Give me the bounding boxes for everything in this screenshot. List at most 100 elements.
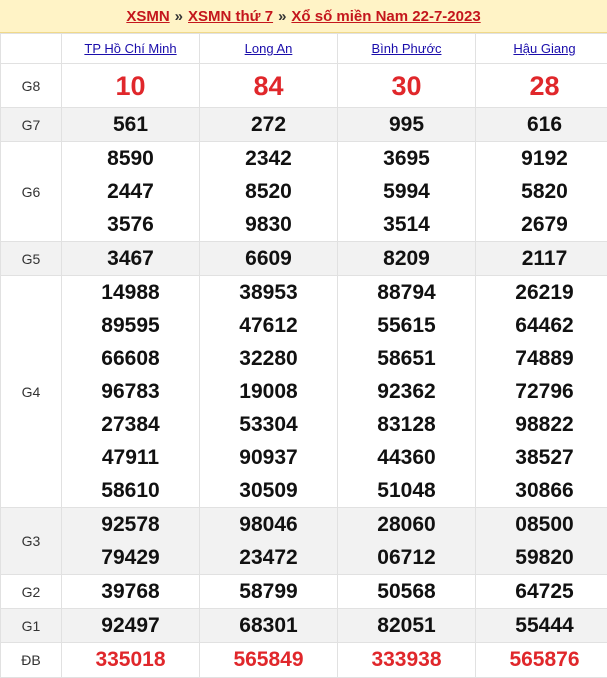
prize-row-g3: G3 92578 79429 98046 23472 28060 06712 0…	[1, 508, 607, 575]
prize-number: 79429	[62, 541, 199, 574]
prize-cell: 39768	[62, 575, 200, 609]
prize-number: 2679	[476, 208, 607, 241]
prize-label: G3	[1, 508, 62, 575]
prize-number: 55615	[338, 309, 475, 342]
prize-cell: 565876	[476, 643, 607, 678]
prize-number: 92362	[338, 375, 475, 408]
prize-number: 58799	[200, 575, 337, 608]
special-prize-number: 333938	[338, 643, 475, 677]
prize-row-g1: G1 92497 68301 82051 55444	[1, 609, 607, 643]
prize-number: 10	[62, 65, 199, 107]
breadcrumb-current-link[interactable]: Xổ số miền Nam 22-7-2023	[291, 8, 480, 25]
special-prize-number: 565876	[476, 643, 607, 677]
prize-label: G5	[1, 242, 62, 276]
prize-number: 3514	[338, 208, 475, 241]
prize-label: G4	[1, 276, 62, 508]
prize-cell: 26219 64462 74889 72796 98822 38527 3086…	[476, 276, 607, 508]
prize-number: 59820	[476, 541, 607, 574]
prize-number: 38953	[200, 276, 337, 309]
prize-label: G1	[1, 609, 62, 643]
prize-number: 82051	[338, 609, 475, 642]
breadcrumb-home-link[interactable]: XSMN	[126, 8, 169, 25]
province-header: Long An	[200, 34, 338, 64]
prize-cell: 272	[200, 108, 338, 142]
prize-cell: 88794 55615 58651 92362 83128 44360 5104…	[338, 276, 476, 508]
prize-number: 72796	[476, 375, 607, 408]
prize-number: 27384	[62, 408, 199, 441]
prize-cell: 9192 5820 2679	[476, 142, 607, 242]
prize-number: 98822	[476, 408, 607, 441]
prize-number: 90937	[200, 441, 337, 474]
prize-number: 51048	[338, 474, 475, 507]
prize-number: 08500	[476, 508, 607, 541]
province-link-binh-phuoc[interactable]: Bình Phước	[372, 41, 442, 56]
prize-label: G6	[1, 142, 62, 242]
prize-cell: 2342 8520 9830	[200, 142, 338, 242]
prize-number: 92497	[62, 609, 199, 642]
prize-number: 53304	[200, 408, 337, 441]
header-corner	[1, 34, 62, 64]
prize-cell: 30	[338, 64, 476, 108]
prize-number: 68301	[200, 609, 337, 642]
prize-number: 74889	[476, 342, 607, 375]
prize-number: 995	[338, 108, 475, 141]
prize-number: 58651	[338, 342, 475, 375]
prize-cell: 38953 47612 32280 19008 53304 90937 3050…	[200, 276, 338, 508]
prize-label: G2	[1, 575, 62, 609]
prize-number: 83128	[338, 408, 475, 441]
prize-number: 561	[62, 108, 199, 141]
prize-number: 9192	[476, 142, 607, 175]
prize-cell: 92497	[62, 609, 200, 643]
prize-number: 28060	[338, 508, 475, 541]
prize-cell: 28060 06712	[338, 508, 476, 575]
prize-number: 66608	[62, 342, 199, 375]
prize-number: 2342	[200, 142, 337, 175]
prize-cell: 98046 23472	[200, 508, 338, 575]
prize-number: 5994	[338, 175, 475, 208]
province-header-row: TP Hồ Chí Minh Long An Bình Phước Hậu Gi…	[1, 34, 607, 64]
prize-number: 84	[200, 65, 337, 107]
prize-number: 8209	[338, 242, 475, 275]
prize-number: 38527	[476, 441, 607, 474]
prize-cell: 55444	[476, 609, 607, 643]
prize-cell: 92578 79429	[62, 508, 200, 575]
breadcrumb-day-link[interactable]: XSMN thứ 7	[188, 8, 273, 25]
prize-cell: 50568	[338, 575, 476, 609]
prize-number: 98046	[200, 508, 337, 541]
breadcrumb: XSMN » XSMN thứ 7 » Xổ số miền Nam 22-7-…	[0, 0, 607, 33]
prize-number: 88794	[338, 276, 475, 309]
prize-cell: 8209	[338, 242, 476, 276]
province-link-long-an[interactable]: Long An	[245, 41, 293, 56]
prize-cell: 64725	[476, 575, 607, 609]
prize-cell: 82051	[338, 609, 476, 643]
prize-number: 58610	[62, 474, 199, 507]
results-table: TP Hồ Chí Minh Long An Bình Phước Hậu Gi…	[0, 33, 607, 678]
prize-number: 19008	[200, 375, 337, 408]
prize-number: 64725	[476, 575, 607, 608]
prize-number: 23472	[200, 541, 337, 574]
province-header: TP Hồ Chí Minh	[62, 34, 200, 64]
prize-number: 55444	[476, 609, 607, 642]
prize-number: 06712	[338, 541, 475, 574]
prize-number: 47612	[200, 309, 337, 342]
province-link-hau-giang[interactable]: Hậu Giang	[513, 41, 575, 56]
prize-row-g7: G7 561 272 995 616	[1, 108, 607, 142]
prize-number: 50568	[338, 575, 475, 608]
prize-number: 5820	[476, 175, 607, 208]
prize-cell: 3467	[62, 242, 200, 276]
prize-number: 9830	[200, 208, 337, 241]
special-prize-number: 565849	[200, 643, 337, 677]
prize-cell: 6609	[200, 242, 338, 276]
prize-label: G8	[1, 64, 62, 108]
prize-cell: 333938	[338, 643, 476, 678]
prize-number: 3695	[338, 142, 475, 175]
province-link-hcm[interactable]: TP Hồ Chí Minh	[84, 41, 176, 56]
prize-number: 28	[476, 65, 607, 107]
prize-label: ĐB	[1, 643, 62, 678]
prize-number: 272	[200, 108, 337, 141]
prize-row-special: ĐB 335018 565849 333938 565876	[1, 643, 607, 678]
prize-number: 26219	[476, 276, 607, 309]
prize-number: 8520	[200, 175, 337, 208]
prize-number: 39768	[62, 575, 199, 608]
breadcrumb-separator: »	[175, 8, 183, 25]
